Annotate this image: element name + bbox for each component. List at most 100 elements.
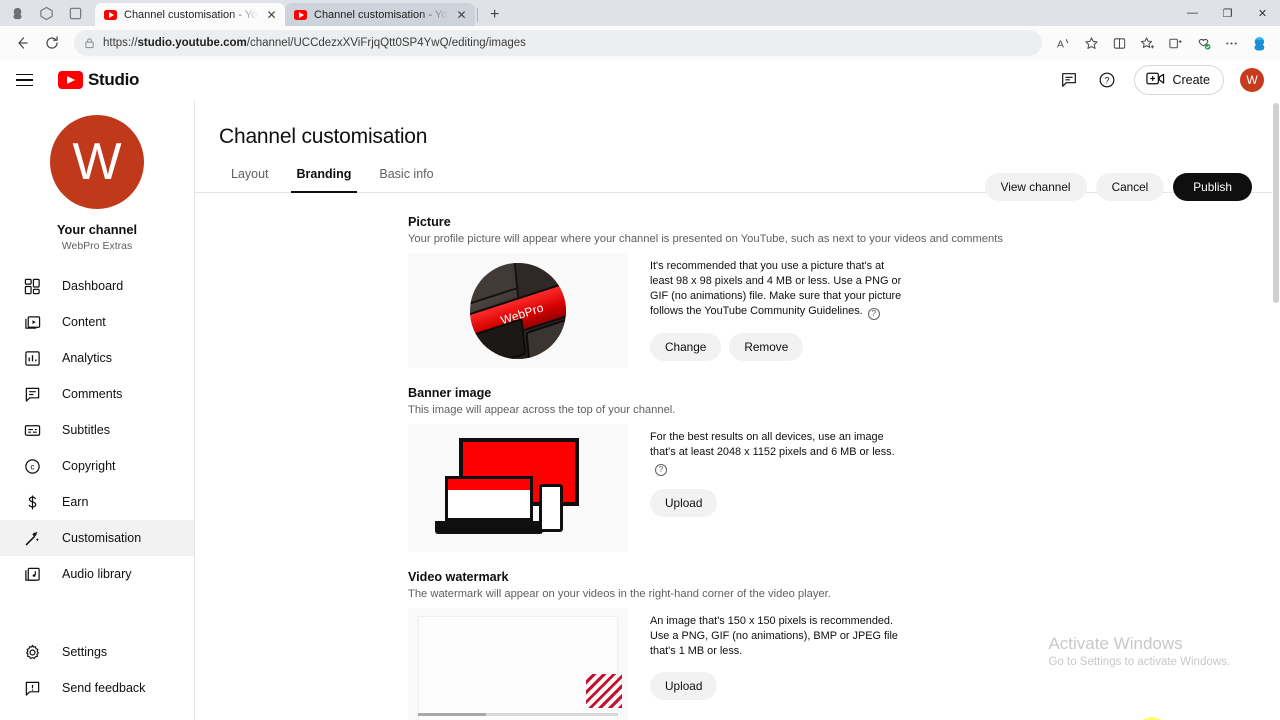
sidebar-bottom-nav: Settings Send feedback xyxy=(0,634,194,720)
channel-avatar[interactable]: W xyxy=(50,115,144,209)
window-controls: — ❐ ✕ xyxy=(1175,0,1280,26)
sidebar-item-settings[interactable]: Settings xyxy=(0,634,194,670)
banner-info: For the best results on all devices, use… xyxy=(650,424,910,552)
os-tab-icons xyxy=(4,0,95,26)
youtube-play-icon xyxy=(58,71,83,89)
change-picture-button[interactable]: Change xyxy=(650,332,722,361)
watermark-info: An image that's 150 x 150 pixels is reco… xyxy=(650,608,910,720)
sidebar-item-content[interactable]: Content xyxy=(0,304,194,340)
watermark-preview[interactable]: ▶ ▶| 🔊 ✿ ▭ ⛶ xyxy=(408,608,628,720)
browser-tab[interactable]: Channel customisation - YouTube ✕ xyxy=(95,3,285,26)
sidebar-item-audio-library[interactable]: Audio library xyxy=(0,556,194,592)
subtitles-icon xyxy=(22,420,42,440)
browser-essentials-icon[interactable] xyxy=(1190,30,1216,56)
remove-picture-button[interactable]: Remove xyxy=(729,332,804,361)
upload-banner-button[interactable]: Upload xyxy=(650,488,718,517)
sidebar-item-label: Dashboard xyxy=(62,279,124,293)
section-title: Banner image xyxy=(408,386,492,400)
sidebar-item-send-feedback[interactable]: Send feedback xyxy=(0,670,194,706)
reload-icon[interactable] xyxy=(38,29,66,57)
close-tab-icon[interactable]: ✕ xyxy=(455,8,468,22)
sidebar-item-subtitles[interactable]: Subtitles xyxy=(0,412,194,448)
minimize-button[interactable]: — xyxy=(1175,0,1210,26)
sidebar-item-earn[interactable]: Earn xyxy=(0,484,194,520)
close-tab-icon[interactable]: ✕ xyxy=(265,8,278,22)
gear-icon xyxy=(22,642,42,662)
create-button[interactable]: Create xyxy=(1134,65,1224,95)
copilot-sidebar-icon[interactable] xyxy=(1246,30,1272,56)
sidebar-item-label: Audio library xyxy=(62,567,132,581)
sidebar-item-label: Earn xyxy=(62,495,89,509)
section-title: Video watermark xyxy=(408,570,509,584)
help-icon[interactable]: ? xyxy=(1096,69,1118,91)
add-favorite-icon[interactable] xyxy=(1134,30,1160,56)
section-description: Your profile picture will appear where y… xyxy=(408,233,1003,245)
comments-icon xyxy=(22,384,42,404)
sidebar-item-comments[interactable]: Comments xyxy=(0,376,194,412)
menu-icon[interactable] xyxy=(16,68,40,92)
address-bar[interactable]: https://studio.youtube.com/channel/UCCde… xyxy=(74,30,1042,56)
back-icon[interactable] xyxy=(8,29,36,57)
read-aloud-icon[interactable]: A xyxy=(1050,30,1076,56)
sidebar-item-label: Send feedback xyxy=(62,681,146,695)
scrollbar[interactable] xyxy=(1272,101,1280,720)
studio-body: W Your channel WebPro Extras Dashboard C… xyxy=(0,101,1280,720)
tab-layout[interactable]: Layout xyxy=(217,167,283,192)
help-icon[interactable]: ? xyxy=(655,463,667,476)
activate-windows-subtitle: Go to Settings to activate Windows. xyxy=(1048,656,1230,668)
feedback-icon xyxy=(22,678,42,698)
audio-library-icon xyxy=(22,564,42,584)
scrollbar-thumb[interactable] xyxy=(1273,103,1279,303)
youtube-favicon xyxy=(104,9,117,20)
sidebar-item-customisation[interactable]: Customisation xyxy=(0,520,194,556)
youtube-favicon xyxy=(294,9,307,20)
sidebar: W Your channel WebPro Extras Dashboard C… xyxy=(0,101,195,720)
lock-icon xyxy=(84,37,95,49)
favorite-star-icon[interactable] xyxy=(1078,30,1104,56)
collections-icon[interactable] xyxy=(1162,30,1188,56)
studio-logo[interactable]: Studio xyxy=(58,70,139,90)
cancel-button[interactable]: Cancel xyxy=(1095,173,1165,201)
copilot-icon[interactable] xyxy=(10,6,25,21)
tab-divider xyxy=(477,8,478,22)
header-right-group: ? Create W xyxy=(1058,65,1264,95)
close-window-button[interactable]: ✕ xyxy=(1245,0,1280,26)
banner-image-preview[interactable] xyxy=(408,424,628,552)
help-icon[interactable]: ? xyxy=(867,307,880,320)
upload-watermark-button[interactable]: Upload xyxy=(650,672,718,700)
section-body: For the best results on all devices, use… xyxy=(408,424,1280,552)
devices-illustration xyxy=(429,436,607,540)
profile-picture-preview[interactable]: WebPro xyxy=(408,253,628,368)
sidebar-item-label: Customisation xyxy=(62,531,142,545)
your-channel-label: Your channel xyxy=(56,222,138,237)
sidebar-item-analytics[interactable]: Analytics xyxy=(0,340,194,376)
workspaces-icon[interactable] xyxy=(39,6,54,21)
studio-header: Studio ? Create W xyxy=(0,60,1280,101)
sidebar-item-label: Analytics xyxy=(62,351,113,365)
sidebar-item-copyright[interactable]: c Copyright xyxy=(0,448,194,484)
section-body: WebPro It's recommended that you use a p… xyxy=(408,253,1280,368)
tab-basic-info[interactable]: Basic info xyxy=(365,167,447,192)
wand-icon xyxy=(22,528,42,548)
tab-actions-icon[interactable] xyxy=(68,6,83,21)
new-tab-button[interactable]: + xyxy=(480,3,509,26)
account-avatar[interactable]: W xyxy=(1240,68,1264,92)
send-feedback-icon[interactable] xyxy=(1058,69,1080,91)
more-options-icon[interactable] xyxy=(1218,30,1244,56)
view-channel-button[interactable]: View channel xyxy=(984,173,1087,201)
publish-button[interactable]: Publish xyxy=(1173,173,1252,201)
copyright-icon: c xyxy=(22,456,42,476)
studio-wordmark: Studio xyxy=(88,70,140,89)
split-screen-icon[interactable] xyxy=(1106,30,1132,56)
tab-branding[interactable]: Branding xyxy=(283,167,366,193)
maximize-button[interactable]: ❐ xyxy=(1210,0,1245,26)
banner-buttons: Upload xyxy=(650,488,910,517)
svg-text:A: A xyxy=(1056,39,1063,50)
browser-tab[interactable]: Channel customisation - YouTube ✕ xyxy=(285,3,475,26)
sidebar-item-dashboard[interactable]: Dashboard xyxy=(0,268,194,304)
youtube-studio-app: Studio ? Create W W Your channel WebPro … xyxy=(0,60,1280,720)
section-title: Picture xyxy=(408,215,451,229)
create-plus-icon xyxy=(1146,71,1165,89)
sidebar-item-label: Copyright xyxy=(62,459,116,473)
sidebar-item-label: Subtitles xyxy=(62,423,110,437)
